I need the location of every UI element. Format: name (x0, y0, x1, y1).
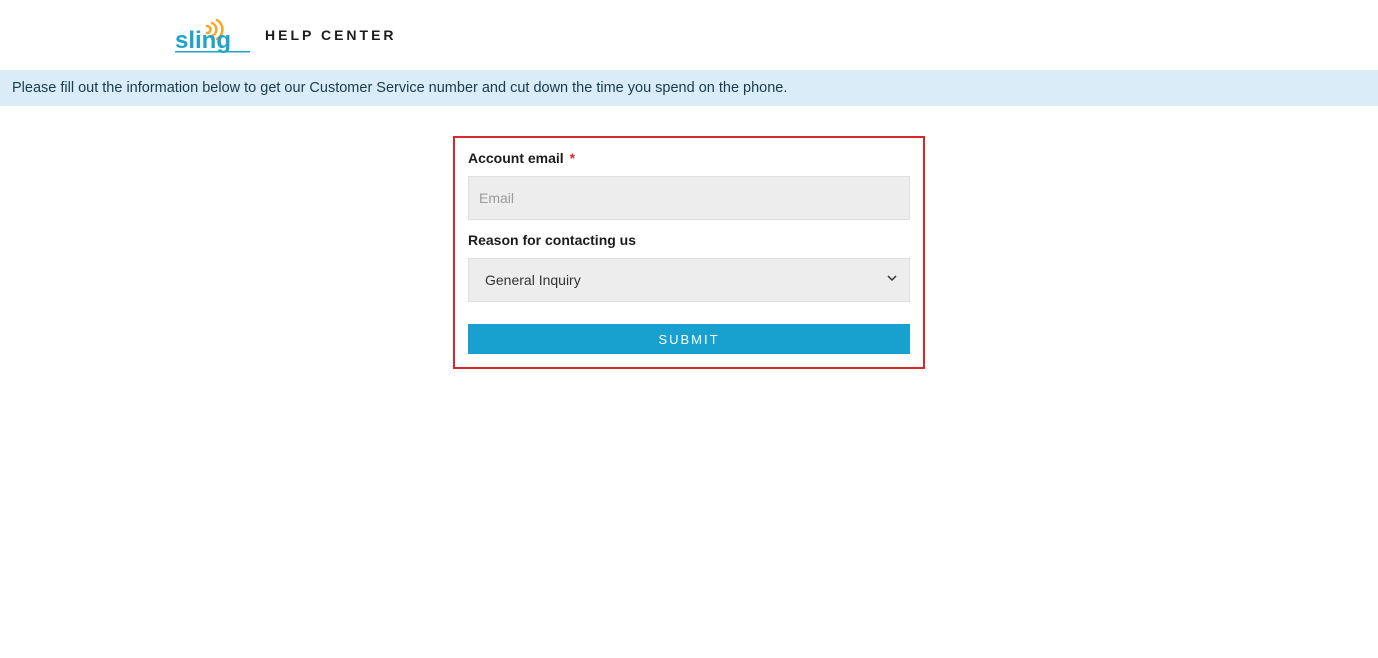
brand-logo[interactable]: sling HELP CENTER (175, 14, 397, 56)
sling-logo-icon: sling (175, 14, 255, 56)
contact-form: Account email * Reason for contacting us… (453, 136, 925, 369)
reason-label: Reason for contacting us (468, 232, 910, 248)
help-center-title: HELP CENTER (265, 27, 397, 43)
reason-select[interactable]: General Inquiry (468, 258, 910, 302)
email-field[interactable] (468, 176, 910, 220)
submit-button[interactable]: SUBMIT (468, 324, 910, 354)
form-container: Account email * Reason for contacting us… (0, 136, 1378, 369)
reason-select-wrap: General Inquiry (468, 258, 910, 302)
required-asterisk: * (570, 150, 575, 166)
email-label-text: Account email (468, 150, 564, 166)
email-label: Account email * (468, 150, 910, 166)
banner-text: Please fill out the information below to… (12, 80, 787, 96)
svg-text:sling: sling (175, 27, 231, 54)
page-header: sling HELP CENTER (0, 0, 1378, 70)
info-banner: Please fill out the information below to… (0, 70, 1378, 106)
